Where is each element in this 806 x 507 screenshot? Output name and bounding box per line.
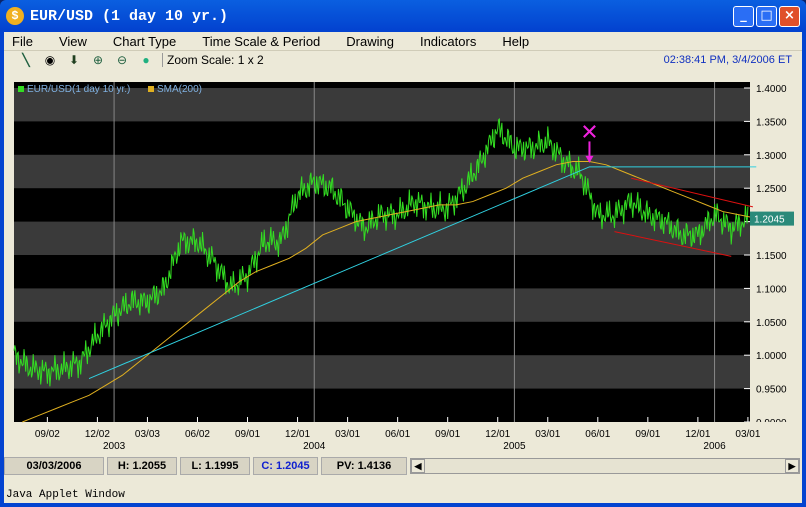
x-tick-label: 06/02 [185, 429, 210, 440]
legend-price-swatch [18, 86, 24, 92]
green-dot-icon[interactable]: ● [134, 53, 158, 67]
x-tick-label: 12/01 [485, 429, 510, 440]
horizontal-scrollbar[interactable]: ◀ ▶ [410, 458, 800, 474]
scroll-right-arrow-icon[interactable]: ▶ [785, 459, 799, 473]
x-tick-label: 09/01 [435, 429, 460, 440]
menu-help[interactable]: Help [494, 34, 537, 49]
minimize-button[interactable]: _ [733, 6, 754, 27]
zoom-in-icon[interactable]: ⊕ [86, 53, 110, 67]
price-band [14, 154, 750, 189]
status-date: 03/03/2006 [4, 457, 104, 475]
scroll-left-arrow-icon[interactable]: ◀ [411, 459, 425, 473]
x-tick-label: 12/01 [685, 429, 710, 440]
title-bar: $ EUR/USD (1 day 10 yr.) _ □ × [0, 0, 806, 32]
y-tick-label: 1.3500 [756, 117, 787, 128]
crosshair-icon[interactable]: ◉ [38, 53, 62, 67]
y-tick-label: 1.2500 [756, 184, 787, 195]
year-label: 2006 [703, 441, 726, 452]
price-chart[interactable]: 1.40001.35001.30001.25001.20001.15001.10… [4, 74, 802, 456]
app-logo-icon: $ [6, 7, 24, 25]
toolbar: ╲ ◉ ⬇ ⊕ ⊖ ● Zoom Scale: 1 x 2 02:38:41 P… [4, 51, 802, 69]
menu-file[interactable]: File [4, 34, 41, 49]
menu-time-scale[interactable]: Time Scale & Period [194, 34, 328, 49]
app-window: $ EUR/USD (1 day 10 yr.) _ □ × File View… [0, 0, 806, 507]
status-bar: 03/03/2006 H: 1.2055 L: 1.1995 C: 1.2045… [4, 456, 802, 476]
menu-chart-type[interactable]: Chart Type [105, 34, 184, 49]
x-tick-label: 06/01 [385, 429, 410, 440]
y-tick-label: 1.1500 [756, 251, 787, 262]
year-label: 2004 [303, 441, 326, 452]
menu-bar: File View Chart Type Time Scale & Period… [4, 32, 802, 51]
x-tick-label: 03/03 [135, 429, 160, 440]
price-band [14, 221, 750, 255]
y-tick-label: 0.9500 [756, 385, 787, 396]
x-tick-label: 09/01 [235, 429, 260, 440]
y-tick-label: 1.3000 [756, 151, 787, 162]
y-tick-label: 1.4000 [756, 84, 787, 95]
y-tick-label: 1.0500 [756, 318, 787, 329]
close-button[interactable]: × [779, 6, 800, 27]
arrow-down-icon[interactable]: ⬇ [62, 53, 86, 67]
legend-price-label: EUR/USD(1 day 10 yr.) [27, 84, 130, 95]
status-low: L: 1.1995 [180, 457, 250, 475]
x-tick-label: 12/02 [85, 429, 110, 440]
legend-sma-swatch [148, 86, 154, 92]
clock: 02:38:41 PM, 3/4/2006 ET [663, 54, 792, 66]
x-tick-label: 03/01 [535, 429, 560, 440]
price-band [14, 355, 750, 389]
menu-view[interactable]: View [51, 34, 95, 49]
year-label: 2005 [503, 441, 526, 452]
legend-sma-label: SMA(200) [157, 84, 202, 95]
y-tick-label: 1.0000 [756, 351, 787, 362]
x-tick-label: 03/01 [335, 429, 360, 440]
maximize-button[interactable]: □ [756, 6, 777, 27]
x-tick-label: 09/01 [635, 429, 660, 440]
zoom-scale-label: Zoom Scale: 1 x 2 [162, 53, 264, 67]
status-pv: PV: 1.4136 [321, 457, 407, 475]
status-high: H: 1.2055 [107, 457, 177, 475]
x-tick-label: 09/02 [35, 429, 60, 440]
window-title: EUR/USD (1 day 10 yr.) [30, 7, 229, 25]
menu-drawing[interactable]: Drawing [338, 34, 402, 49]
status-close: C: 1.2045 [253, 457, 318, 475]
x-tick-label: 03/01 [735, 429, 760, 440]
client-area: File View Chart Type Time Scale & Period… [4, 32, 802, 503]
x-tick-label: 12/01 [285, 429, 310, 440]
applet-label: Java Applet Window [6, 489, 125, 501]
year-label: 2003 [103, 441, 126, 452]
last-price-label: 1.2045 [754, 215, 785, 226]
draw-line-icon[interactable]: ╲ [14, 53, 38, 67]
y-tick-label: 1.1000 [756, 284, 787, 295]
zoom-out-icon[interactable]: ⊖ [110, 53, 134, 67]
menu-indicators[interactable]: Indicators [412, 34, 484, 49]
x-tick-label: 06/01 [585, 429, 610, 440]
